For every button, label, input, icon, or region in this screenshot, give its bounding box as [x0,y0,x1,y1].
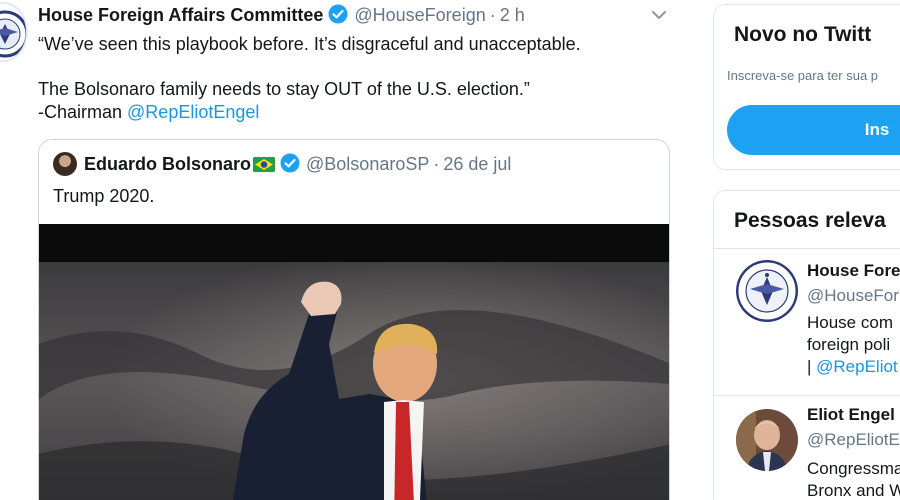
quoted-video[interactable] [39,224,669,500]
person-handle[interactable]: @RepEliotE [807,430,900,450]
quoted-tweet-text: Trump 2020. [53,186,155,206]
quoted-tweet-date[interactable]: 26 de jul [443,154,511,174]
person-bio-line: House com [807,313,893,332]
mention-link[interactable]: @RepEliotEngel [127,102,259,122]
signup-card: Novo no Twitt Inscreva-se para ter sua p… [713,4,900,170]
person-bio-line: foreign poli [807,335,891,354]
quoted-author-avatar[interactable] [53,152,77,176]
person-name[interactable]: House Fore [807,261,900,281]
tweet-text-line-3: -Chairman @RepEliotEngel [38,101,658,124]
quoted-tweet-header: Eduardo Bolsonaro @BolsonaroSP · 26 de jul [84,153,511,178]
bio-separator: | [807,357,817,376]
separator-dot: · [489,5,496,25]
person-name[interactable]: Eliot Engel [807,405,895,425]
brazil-flag-icon [253,155,276,177]
person-bio-line: Bronx and W [807,481,900,500]
person-handle[interactable]: @HouseFor [807,286,899,306]
quoted-author-handle[interactable]: @BolsonaroSP [306,154,429,174]
verified-badge-icon [328,4,348,29]
person-avatar[interactable] [736,409,798,471]
tweet-text-line-1: “We’ve seen this playbook before. It’s d… [38,34,581,54]
signup-card-title: Novo no Twitt [734,23,872,46]
relevant-people-title: Pessoas releva [734,209,886,232]
video-frame-image [39,224,669,500]
verified-badge-icon [280,153,300,178]
bio-mention-link[interactable]: @RepEliot [816,357,898,376]
chevron-down-icon[interactable] [648,6,670,24]
signup-button[interactable]: Ins [727,105,900,155]
person-bio-line: | @RepEliot [807,356,898,378]
person-item[interactable]: House Fore @HouseFor House com foreign p… [714,248,900,395]
tweet: House Foreign Affairs Committee @HouseFor… [0,0,700,500]
committee-seal-icon[interactable] [0,2,28,62]
tweet-header: House Foreign Affairs Committee @HouseFor… [38,4,525,29]
quoted-tweet[interactable]: Eduardo Bolsonaro @BolsonaroSP · 26 de jul … [38,139,670,500]
quoted-author-name[interactable]: Eduardo Bolsonaro [84,154,251,174]
person-item[interactable]: Eliot Engel @RepEliotE Congressma Bronx … [714,395,900,500]
tweet-text: “We’ve seen this playbook before. It’s d… [38,33,658,124]
signup-card-subtitle: Inscreva-se para ter sua p [727,68,879,83]
person-bio-line: Congressma [807,459,900,478]
separator-dot: · [433,154,440,174]
author-name[interactable]: House Foreign Affairs Committee [38,5,323,25]
author-handle[interactable]: @HouseForeign [354,5,485,25]
relevant-people-card: Pessoas releva House Fore @HouseFor Hous… [713,190,900,500]
tweet-text-line-2: The Bolsonaro family needs to stay OUT o… [38,79,530,99]
chairman-label: -Chairman [38,102,128,122]
committee-seal-icon[interactable] [736,260,798,322]
tweet-timestamp[interactable]: 2 h [500,5,525,25]
